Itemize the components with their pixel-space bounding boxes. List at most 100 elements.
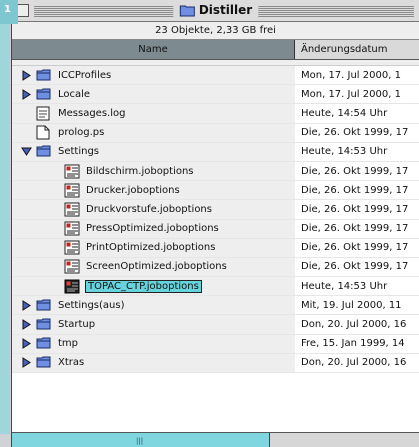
column-header: Name Änderungsdatum: [12, 40, 419, 60]
name-cell[interactable]: Settings: [12, 142, 295, 161]
folder-icon[interactable]: [36, 87, 52, 102]
finder-window: Distiller 23 Objekte, 2,33 GB frei Name …: [11, 0, 419, 447]
modified-date: Heute, 14:53 Uhr: [301, 280, 388, 292]
modified-date: Die, 26. Okt 1999, 17: [301, 165, 409, 177]
folder-icon[interactable]: [36, 355, 52, 370]
file-name[interactable]: Xtras: [58, 357, 84, 368]
file-name[interactable]: PressOptimized.joboptions: [86, 223, 219, 234]
file-list-row[interactable]: Startup Don, 20. Jul 2000, 16: [12, 315, 419, 335]
file-list-row[interactable]: Settings(aus) Mit, 19. Jul 2000, 11: [12, 296, 419, 316]
text-file-icon[interactable]: [36, 106, 52, 121]
disclosure-triangle-collapsed-icon[interactable]: [20, 357, 32, 369]
document-icon[interactable]: [36, 125, 52, 140]
file-name[interactable]: Startup: [58, 319, 95, 330]
disclosure-triangle-expanded-icon[interactable]: [20, 146, 32, 158]
modified-date: Fre, 15. Jan 1999, 14: [301, 338, 405, 350]
file-list-row[interactable]: prolog.ps Die, 26. Okt 1999, 17: [12, 123, 419, 143]
name-cell[interactable]: ScreenOptimized.joboptions: [12, 257, 295, 277]
file-list: ICCProfiles Mon, 17. Jul 2000, 1 Locale Mon…: [12, 60, 419, 404]
file-list-row[interactable]: Drucker.joboptions Die, 26. Okt 1999, 17: [12, 181, 419, 201]
joboptions-file-icon[interactable]: [64, 202, 80, 217]
disclosure-triangle-collapsed-icon[interactable]: [20, 299, 32, 311]
horizontal-scrollbar[interactable]: |||: [12, 433, 270, 447]
name-cell[interactable]: TOPAC_CTP.joboptions: [12, 277, 295, 296]
name-cell[interactable]: PressOptimized.joboptions: [12, 219, 295, 238]
file-list-row[interactable]: PrintOptimized.joboptions Die, 26. Okt 19…: [12, 238, 419, 258]
file-name[interactable]: Locale: [58, 89, 90, 100]
modified-date: Don, 20. Jul 2000, 16: [301, 357, 407, 369]
file-name[interactable]: TOPAC_CTP.joboptions: [85, 279, 202, 293]
file-name[interactable]: prolog.ps: [58, 127, 104, 138]
folder-icon: [179, 5, 195, 16]
window-title: Distiller: [172, 3, 259, 17]
name-cell[interactable]: ICCProfiles: [12, 66, 295, 85]
finder-window-frame: 1 Distiller 23 Objekte, 2,33 GB frei Nam…: [0, 0, 419, 447]
file-name[interactable]: Messages.log: [58, 108, 125, 119]
file-list-row[interactable]: TOPAC_CTP.joboptions Heute, 14:53 Uhr: [12, 277, 419, 297]
folder-icon[interactable]: [36, 317, 52, 332]
file-name[interactable]: tmp: [58, 338, 78, 349]
file-list-row[interactable]: Xtras Don, 20. Jul 2000, 16: [12, 353, 419, 373]
column-date-header[interactable]: Änderungsdatum: [295, 40, 419, 59]
joboptions-file-icon[interactable]: [64, 221, 80, 236]
joboptions-file-icon[interactable]: [64, 279, 80, 294]
file-list-row[interactable]: Bildschirm.joboptions Die, 26. Okt 1999, …: [12, 161, 419, 182]
folder-icon[interactable]: [36, 298, 52, 313]
modified-date: Heute, 14:54 Uhr: [301, 107, 388, 119]
left-edge-bar: [0, 24, 10, 434]
bottom-bar: |||: [12, 432, 419, 447]
modified-date: Don, 20. Jul 2000, 16: [301, 319, 407, 331]
file-list-row[interactable]: ScreenOptimized.joboptions Die, 26. Okt 1…: [12, 257, 419, 278]
disclosure-triangle-collapsed-icon[interactable]: [20, 69, 32, 81]
file-name[interactable]: ICCProfiles: [58, 70, 111, 81]
column-name-header[interactable]: Name: [12, 40, 295, 59]
joboptions-file-icon[interactable]: [64, 164, 80, 179]
file-name[interactable]: ScreenOptimized.joboptions: [86, 261, 227, 272]
modified-date: Die, 26. Okt 1999, 17: [301, 223, 409, 235]
folder-icon[interactable]: [36, 68, 52, 83]
modified-date: Mit, 19. Jul 2000, 11: [301, 299, 402, 311]
name-cell[interactable]: Drucker.joboptions: [12, 181, 295, 200]
file-name[interactable]: Settings: [58, 146, 99, 157]
file-name[interactable]: PrintOptimized.joboptions: [86, 242, 215, 253]
modified-date: Die, 26. Okt 1999, 17: [301, 242, 409, 254]
name-cell[interactable]: tmp: [12, 334, 295, 353]
name-cell[interactable]: Messages.log: [12, 104, 295, 123]
modified-date: Die, 26. Okt 1999, 17: [301, 184, 409, 196]
step-badge: 1: [0, 0, 18, 24]
folder-icon[interactable]: [36, 144, 52, 159]
file-list-row[interactable]: Messages.log Heute, 14:54 Uhr: [12, 104, 419, 124]
file-list-row[interactable]: ICCProfiles Mon, 17. Jul 2000, 1: [12, 66, 419, 86]
name-cell[interactable]: PrintOptimized.joboptions: [12, 238, 295, 257]
modified-date: Mon, 17. Jul 2000, 1: [301, 88, 401, 100]
file-name[interactable]: Settings(aus): [58, 300, 125, 311]
file-name[interactable]: Druckvorstufe.joboptions: [86, 204, 212, 215]
title-bar[interactable]: Distiller: [12, 0, 419, 22]
joboptions-file-icon[interactable]: [64, 240, 80, 255]
file-list-row[interactable]: Settings Heute, 14:53 Uhr: [12, 142, 419, 162]
name-cell[interactable]: prolog.ps: [12, 123, 295, 142]
name-cell[interactable]: Druckvorstufe.joboptions: [12, 200, 295, 219]
bottom-bar-rest: [270, 433, 419, 447]
disclosure-triangle-collapsed-icon[interactable]: [20, 338, 32, 350]
joboptions-file-icon[interactable]: [64, 183, 80, 198]
name-cell[interactable]: Settings(aus): [12, 296, 295, 315]
joboptions-file-icon[interactable]: [64, 259, 80, 274]
file-list-row[interactable]: PressOptimized.joboptions Die, 26. Okt 19…: [12, 219, 419, 239]
name-cell[interactable]: Locale: [12, 85, 295, 104]
file-list-row[interactable]: Locale Mon, 17. Jul 2000, 1: [12, 85, 419, 105]
disclosure-triangle-collapsed-icon[interactable]: [20, 319, 32, 331]
name-cell[interactable]: Startup: [12, 315, 295, 334]
file-name[interactable]: Drucker.joboptions: [86, 185, 180, 196]
name-cell[interactable]: Bildschirm.joboptions: [12, 161, 295, 181]
modified-date: Mon, 17. Jul 2000, 1: [301, 69, 401, 81]
file-name[interactable]: Bildschirm.joboptions: [86, 166, 194, 177]
modified-date: Die, 26. Okt 1999, 17: [301, 261, 409, 273]
name-cell[interactable]: Xtras: [12, 353, 295, 372]
scroll-grip-icon[interactable]: |||: [136, 437, 143, 445]
file-list-row[interactable]: tmp Fre, 15. Jan 1999, 14: [12, 334, 419, 354]
folder-icon[interactable]: [36, 336, 52, 351]
status-info: 23 Objekte, 2,33 GB frei: [12, 22, 419, 40]
file-list-row[interactable]: Druckvorstufe.joboptions Die, 26. Okt 199…: [12, 200, 419, 220]
disclosure-triangle-collapsed-icon[interactable]: [20, 88, 32, 100]
